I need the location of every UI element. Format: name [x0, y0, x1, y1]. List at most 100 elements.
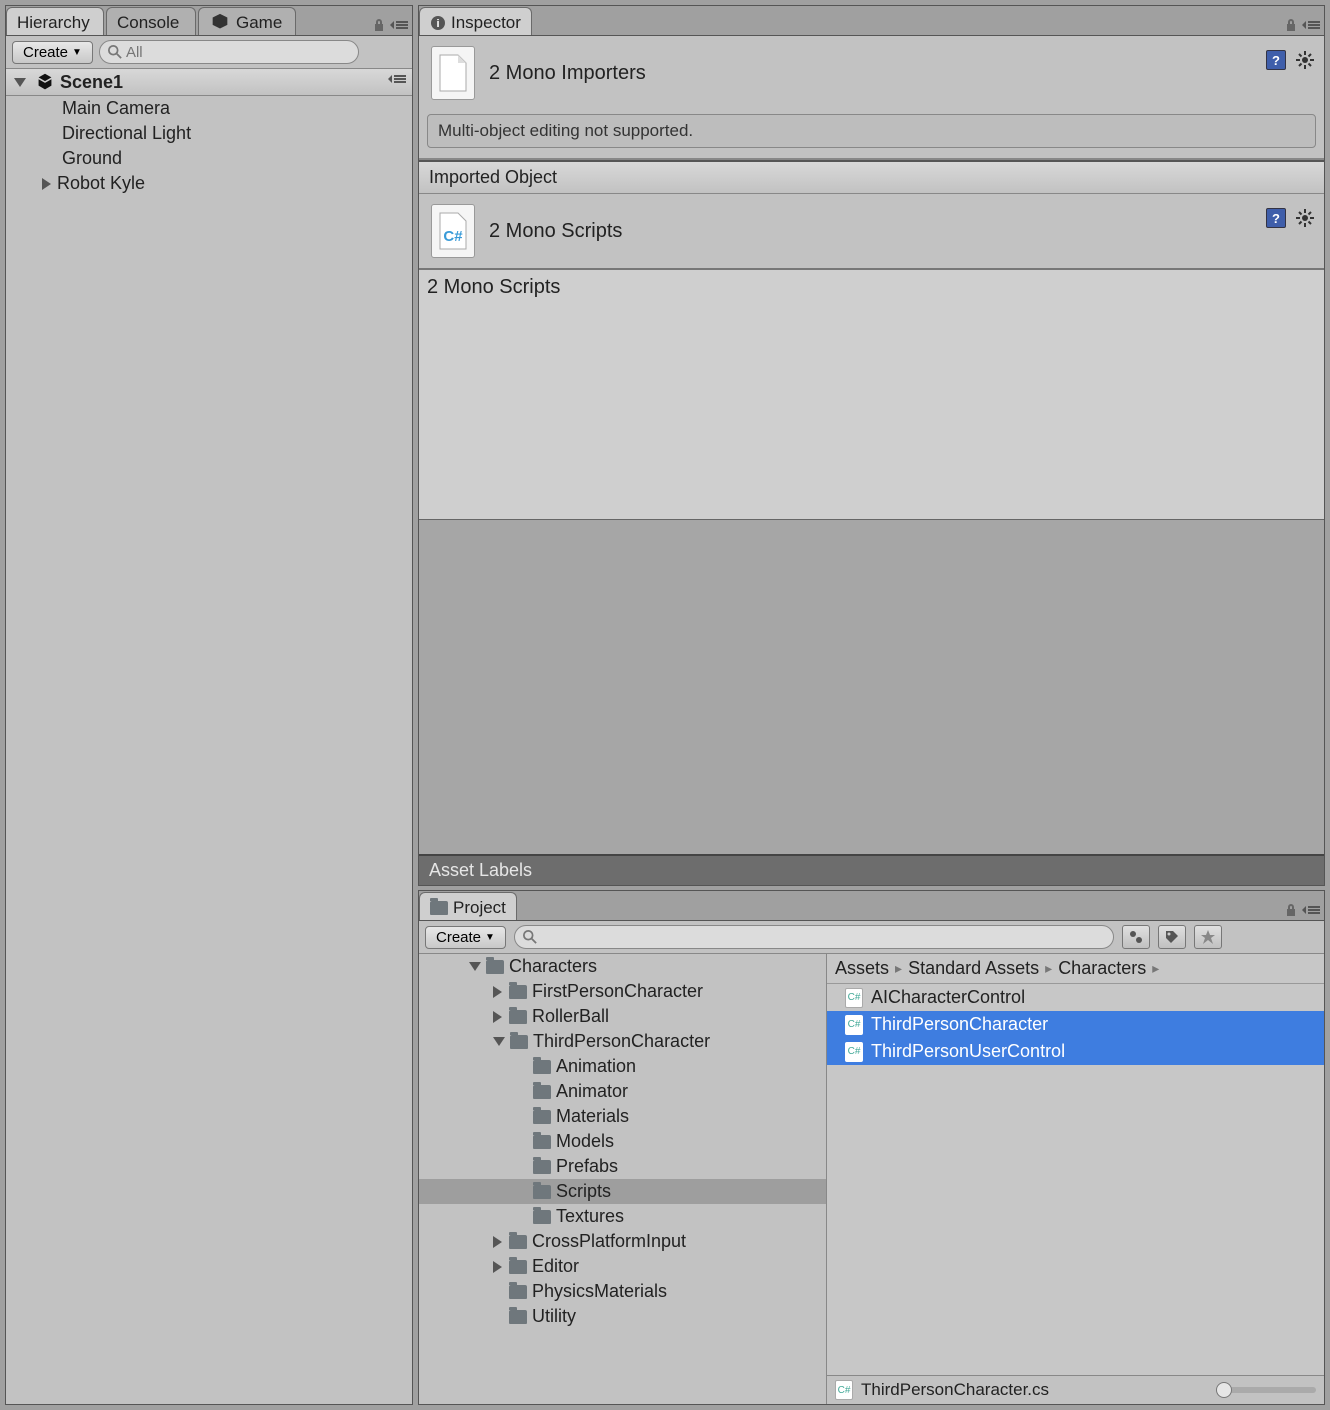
tree-item[interactable]: Animation — [419, 1054, 826, 1079]
file-icon — [431, 46, 475, 100]
tree-item-label: Textures — [556, 1206, 624, 1227]
filter-by-label-button[interactable] — [1158, 925, 1186, 949]
scene-header[interactable]: Scene1 — [6, 69, 412, 96]
scripts-section: C# 2 Mono Scripts ? — [419, 194, 1324, 270]
filter-by-type-button[interactable] — [1122, 925, 1150, 949]
panel-menu-icon[interactable] — [1302, 19, 1320, 31]
tree-item[interactable]: Characters — [419, 954, 826, 979]
breadcrumb-item[interactable]: Standard Assets — [908, 958, 1039, 979]
foldout-icon[interactable] — [493, 986, 502, 998]
lock-icon[interactable] — [372, 18, 386, 32]
tree-item-label: Scripts — [556, 1181, 611, 1202]
create-button[interactable]: Create ▼ — [12, 41, 93, 64]
tree-item[interactable]: Animator — [419, 1079, 826, 1104]
scene-menu-icon[interactable] — [388, 73, 406, 85]
tree-item-label: Prefabs — [556, 1156, 618, 1177]
tree-item[interactable]: Materials — [419, 1104, 826, 1129]
hierarchy-search[interactable] — [99, 40, 359, 64]
tree-item[interactable]: ThirdPersonCharacter — [419, 1029, 826, 1054]
tree-item[interactable]: FirstPersonCharacter — [419, 979, 826, 1004]
asset-labels-header: Asset Labels — [419, 854, 1324, 885]
multi-edit-message: Multi-object editing not supported. — [427, 114, 1316, 148]
asset-list: C#AICharacterControlC#ThirdPersonCharact… — [827, 984, 1324, 1375]
scripts-title: 2 Mono Scripts — [489, 220, 622, 243]
create-button[interactable]: Create ▼ — [425, 926, 506, 949]
unity-scene-icon — [34, 71, 56, 93]
tree-item[interactable]: Utility — [419, 1304, 826, 1329]
tree-item[interactable]: Textures — [419, 1204, 826, 1229]
asset-item[interactable]: C#ThirdPersonCharacter — [827, 1011, 1324, 1038]
tree-item[interactable]: Editor — [419, 1254, 826, 1279]
tree-item-label: PhysicsMaterials — [532, 1281, 667, 1302]
project-search[interactable] — [514, 925, 1114, 949]
favorite-button[interactable] — [1194, 925, 1222, 949]
tab-inspector[interactable]: i Inspector — [419, 7, 532, 35]
tree-item[interactable]: RollerBall — [419, 1004, 826, 1029]
breadcrumb-item[interactable]: Characters — [1058, 958, 1146, 979]
hierarchy-item[interactable]: Directional Light — [6, 121, 412, 146]
lock-icon[interactable] — [1284, 903, 1298, 917]
foldout-icon[interactable] — [469, 962, 481, 971]
folder-icon — [533, 1085, 551, 1099]
folder-icon — [533, 1135, 551, 1149]
folder-icon — [509, 1235, 527, 1249]
asset-item[interactable]: C#ThirdPersonUserControl — [827, 1038, 1324, 1065]
dropdown-caret-icon: ▼ — [72, 47, 82, 58]
create-label: Create — [436, 929, 481, 946]
hierarchy-list: Main CameraDirectional LightGroundRobot … — [6, 96, 412, 1404]
tab-game[interactable]: Game — [198, 7, 296, 35]
folder-icon — [533, 1060, 551, 1074]
tree-item[interactable]: PhysicsMaterials — [419, 1279, 826, 1304]
breadcrumb: Assets▸Standard Assets▸Characters▸ — [827, 954, 1324, 984]
lock-icon[interactable] — [1284, 18, 1298, 32]
panel-menu-icon[interactable] — [390, 19, 408, 31]
folder-icon — [486, 960, 504, 974]
search-input[interactable] — [126, 44, 350, 61]
breadcrumb-separator-icon: ▸ — [1152, 960, 1159, 977]
foldout-icon[interactable] — [493, 1011, 502, 1023]
folder-icon — [509, 1285, 527, 1299]
foldout-icon[interactable] — [493, 1236, 502, 1248]
inspector-panel: i Inspector 2 Mono Importers ? — [418, 5, 1325, 886]
tab-game-label: Game — [236, 13, 282, 33]
tab-hierarchy[interactable]: Hierarchy — [6, 7, 104, 35]
asset-item[interactable]: C#AICharacterControl — [827, 984, 1324, 1011]
tree-item-label: Materials — [556, 1106, 629, 1127]
panel-menu-icon[interactable] — [1302, 904, 1320, 916]
unity-icon — [209, 12, 231, 34]
scene-foldout-icon[interactable] — [14, 78, 26, 87]
tree-item-label: FirstPersonCharacter — [532, 981, 703, 1002]
folder-icon — [509, 1010, 527, 1024]
inspector-tab-bar: i Inspector — [419, 6, 1324, 36]
hierarchy-item[interactable]: Main Camera — [6, 96, 412, 121]
folder-icon — [509, 1310, 527, 1324]
hierarchy-item[interactable]: Ground — [6, 146, 412, 171]
search-input[interactable] — [541, 929, 1105, 946]
svg-text:i: i — [436, 18, 439, 30]
help-icon[interactable]: ? — [1266, 208, 1286, 228]
breadcrumb-separator-icon: ▸ — [895, 960, 902, 977]
importers-section: 2 Mono Importers ? — [419, 36, 1324, 110]
foldout-icon[interactable] — [493, 1261, 502, 1273]
info-icon: i — [430, 15, 446, 31]
tree-item-label: ThirdPersonCharacter — [533, 1031, 710, 1052]
tree-item[interactable]: Models — [419, 1129, 826, 1154]
breadcrumb-item[interactable]: Assets — [835, 958, 889, 979]
tree-item-label: Models — [556, 1131, 614, 1152]
tree-item[interactable]: Scripts — [419, 1179, 826, 1204]
icon-size-slider[interactable] — [1216, 1387, 1316, 1393]
tree-item-label: Editor — [532, 1256, 579, 1277]
tree-item[interactable]: Prefabs — [419, 1154, 826, 1179]
hierarchy-item-label: Ground — [62, 148, 122, 169]
hierarchy-item[interactable]: Robot Kyle — [6, 171, 412, 196]
hierarchy-panel: Hierarchy Console Game Create ▼ — [5, 5, 413, 1405]
help-icon[interactable]: ? — [1266, 50, 1286, 70]
importers-title: 2 Mono Importers — [489, 62, 646, 85]
tab-project[interactable]: Project — [419, 892, 517, 920]
tree-item[interactable]: CrossPlatformInput — [419, 1229, 826, 1254]
gear-icon[interactable] — [1296, 51, 1314, 69]
foldout-icon[interactable] — [42, 178, 51, 190]
gear-icon[interactable] — [1296, 209, 1314, 227]
tab-console[interactable]: Console — [106, 7, 196, 35]
foldout-icon[interactable] — [493, 1037, 505, 1046]
